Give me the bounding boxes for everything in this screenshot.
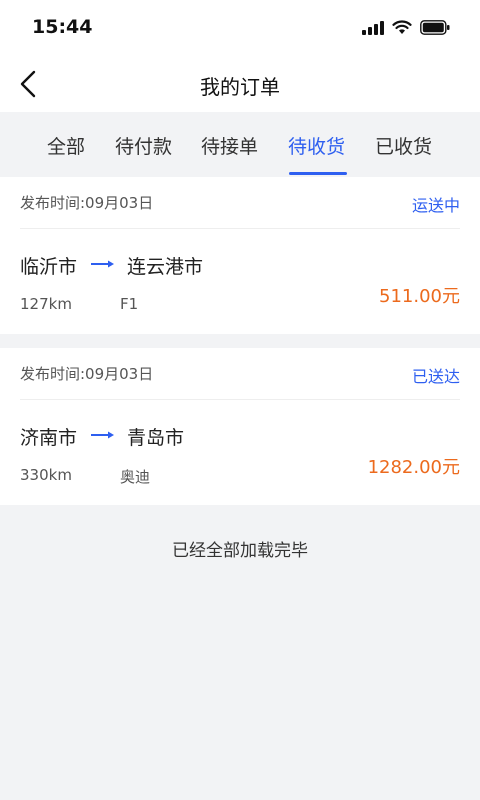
- signal-icon: [362, 20, 384, 35]
- publish-time: 发布时间:09月03日: [20, 365, 154, 383]
- order-card-header: 发布时间:09月03日 运送中: [20, 177, 460, 229]
- nav-bar: 我的订单: [0, 56, 480, 112]
- destination-city: 连云港市: [127, 256, 204, 278]
- order-price: 1282.00元: [367, 457, 460, 478]
- tab-pending-receipt[interactable]: 待收货: [288, 132, 345, 159]
- tab-pending-payment[interactable]: 待付款: [115, 132, 172, 159]
- vehicle: 奥迪: [120, 468, 151, 486]
- distance: 330km: [20, 466, 72, 484]
- wifi-icon: [392, 20, 412, 34]
- publish-time: 发布时间:09月03日: [20, 194, 154, 212]
- vehicle: F1: [120, 295, 139, 313]
- order-status: 运送中: [411, 196, 460, 215]
- status-time: 15:44: [32, 16, 93, 38]
- order-tabs: 全部 待付款 待接单 待收货 已收货: [0, 112, 480, 176]
- status-icons: [362, 20, 450, 35]
- battery-icon: [420, 20, 450, 35]
- status-bar: 15:44: [0, 0, 480, 56]
- active-tab-indicator: [289, 172, 347, 175]
- order-card[interactable]: 发布时间:09月03日 已送达 济南市 青岛市 330km 奥迪 1282.00…: [0, 348, 480, 505]
- order-status: 已送达: [411, 367, 460, 386]
- order-price: 511.00元: [379, 286, 460, 307]
- tab-received[interactable]: 已收货: [375, 132, 432, 159]
- route: 临沂市 连云港市: [20, 252, 320, 278]
- end-of-list-text: 已经全部加载完毕: [172, 541, 308, 561]
- origin-city: 临沂市: [20, 256, 78, 278]
- order-card-header: 发布时间:09月03日 已送达: [20, 348, 460, 400]
- distance: 127km: [20, 295, 72, 313]
- route: 济南市 青岛市: [20, 423, 320, 449]
- origin-city: 济南市: [20, 427, 78, 449]
- route-arrow-icon: [91, 431, 114, 439]
- tab-pending-acceptance[interactable]: 待接单: [201, 132, 258, 159]
- route-arrow-icon: [91, 260, 114, 268]
- order-card[interactable]: 发布时间:09月03日 运送中 临沂市 连云港市 127km F1 511.00…: [0, 177, 480, 334]
- page-title: 我的订单: [200, 75, 280, 99]
- destination-city: 青岛市: [127, 427, 185, 449]
- tab-all[interactable]: 全部: [47, 132, 85, 159]
